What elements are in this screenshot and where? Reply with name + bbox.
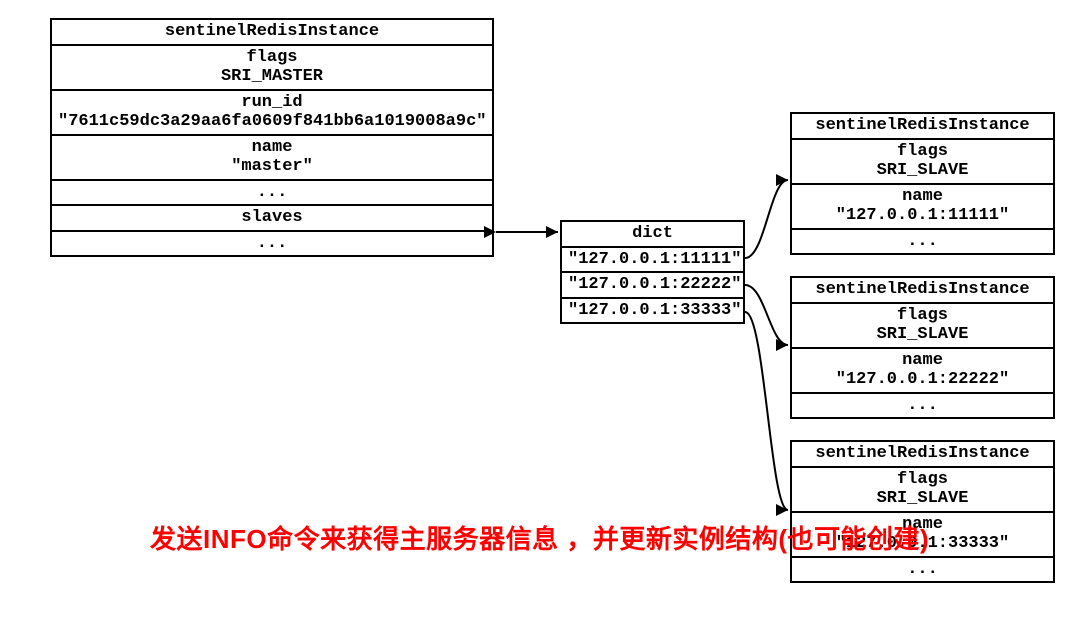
- slave3-ellipsis: ...: [792, 558, 1053, 582]
- slave2-flags: flags SRI_SLAVE: [792, 304, 1053, 349]
- dict-box: dict "127.0.0.1:11111" "127.0.0.1:22222"…: [560, 220, 745, 324]
- master-flags: flags SRI_MASTER: [52, 46, 492, 91]
- dict-entry-3: "127.0.0.1:33333": [562, 299, 743, 323]
- name-label: name: [798, 351, 1047, 371]
- slave3-flags: flags SRI_SLAVE: [792, 468, 1053, 513]
- flags-value: SRI_SLAVE: [798, 161, 1047, 181]
- slave2-ellipsis: ...: [792, 394, 1053, 418]
- master-title: sentinelRedisInstance: [52, 20, 492, 46]
- slave1-ellipsis: ...: [792, 230, 1053, 254]
- slave1-name: name "127.0.0.1:11111": [792, 185, 1053, 230]
- flags-label: flags: [798, 470, 1047, 490]
- slave-box-3: sentinelRedisInstance flags SRI_SLAVE na…: [790, 440, 1055, 583]
- caption-line-1: 发送INFO命令来获得主服务器信息: [150, 524, 559, 554]
- caption-line-2: ，并更新实例结构(也可能创建): [566, 524, 929, 554]
- caption-text: 发送INFO命令来获得主服务器信息 ，并更新实例结构(也可能创建): [150, 520, 929, 559]
- dict-title: dict: [562, 222, 743, 248]
- flags-label: flags: [798, 306, 1047, 326]
- dict-entry-2: "127.0.0.1:22222": [562, 273, 743, 299]
- runid-label: run_id: [58, 93, 486, 113]
- runid-value: "7611c59dc3a29aa6fa0609f841bb6a1019008a9…: [58, 112, 486, 132]
- flags-label: flags: [58, 48, 486, 68]
- dict-entry-1: "127.0.0.1:11111": [562, 248, 743, 274]
- slave1-title: sentinelRedisInstance: [792, 114, 1053, 140]
- slave-box-1: sentinelRedisInstance flags SRI_SLAVE na…: [790, 112, 1055, 255]
- slave3-title: sentinelRedisInstance: [792, 442, 1053, 468]
- master-ellipsis-2: ...: [52, 232, 492, 256]
- arrow-dict-to-slave2: [745, 285, 788, 345]
- name-value: "127.0.0.1:11111": [798, 206, 1047, 226]
- slave2-title: sentinelRedisInstance: [792, 278, 1053, 304]
- master-box: sentinelRedisInstance flags SRI_MASTER r…: [50, 18, 494, 257]
- arrow-dict-to-slave1: [745, 180, 788, 258]
- flags-value: SRI_SLAVE: [798, 325, 1047, 345]
- master-slaves-label: slaves: [52, 206, 492, 232]
- name-label: name: [58, 138, 486, 158]
- master-name: name "master": [52, 136, 492, 181]
- name-value: "127.0.0.1:22222": [798, 370, 1047, 390]
- arrow-dict-to-slave3: [745, 312, 788, 510]
- slave2-name: name "127.0.0.1:22222": [792, 349, 1053, 394]
- master-ellipsis-1: ...: [52, 181, 492, 207]
- master-runid: run_id "7611c59dc3a29aa6fa0609f841bb6a10…: [52, 91, 492, 136]
- flags-value: SRI_MASTER: [58, 67, 486, 87]
- slave-box-2: sentinelRedisInstance flags SRI_SLAVE na…: [790, 276, 1055, 419]
- name-value: "master": [58, 157, 486, 177]
- flags-label: flags: [798, 142, 1047, 162]
- flags-value: SRI_SLAVE: [798, 489, 1047, 509]
- slave1-flags: flags SRI_SLAVE: [792, 140, 1053, 185]
- name-label: name: [798, 187, 1047, 207]
